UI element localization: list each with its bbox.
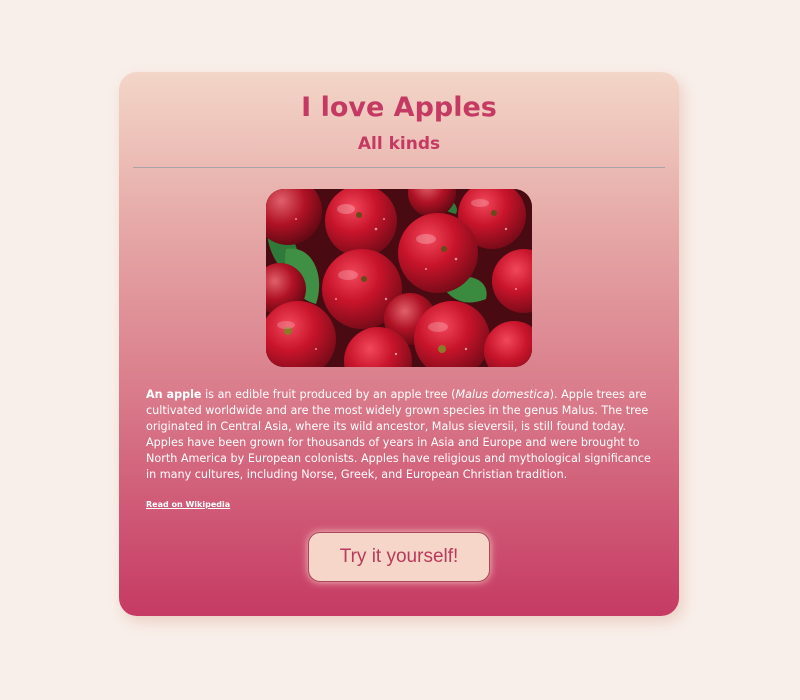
divider [133, 167, 665, 168]
description-lead: An apple [146, 388, 202, 401]
page-title: I love Apples [301, 92, 497, 123]
apples-photo [266, 189, 532, 367]
scientific-name: Malus domestica [455, 388, 550, 401]
apple-description: An apple is an edible fruit produced by … [146, 387, 652, 483]
description-text-2: ). Apple trees are cultivated worldwide … [146, 388, 651, 481]
description-text-1: is an edible fruit produced by an apple … [201, 388, 456, 401]
page-subtitle: All kinds [357, 134, 441, 154]
try-it-yourself-button[interactable]: Try it yourself! [308, 532, 490, 582]
wikipedia-link[interactable]: Read on Wikipedia [146, 500, 230, 509]
apple-card: I love Apples All kinds An apple is an e… [119, 72, 679, 616]
